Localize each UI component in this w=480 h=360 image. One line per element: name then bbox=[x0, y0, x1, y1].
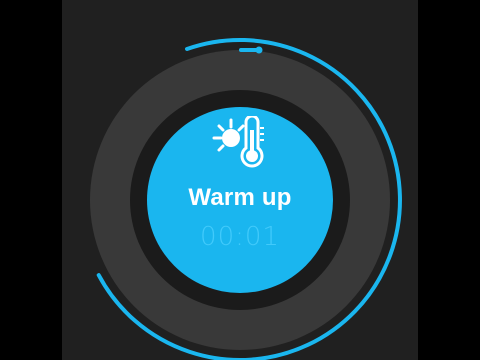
center-content: Warm up 00:01 bbox=[148, 116, 332, 266]
device-frame: Warm up 00:01 bbox=[0, 0, 480, 360]
elapsed-timer: 00:01 bbox=[200, 222, 280, 252]
workout-mode-label: Warm up bbox=[188, 184, 292, 211]
sun-thermometer-icon bbox=[212, 116, 264, 168]
